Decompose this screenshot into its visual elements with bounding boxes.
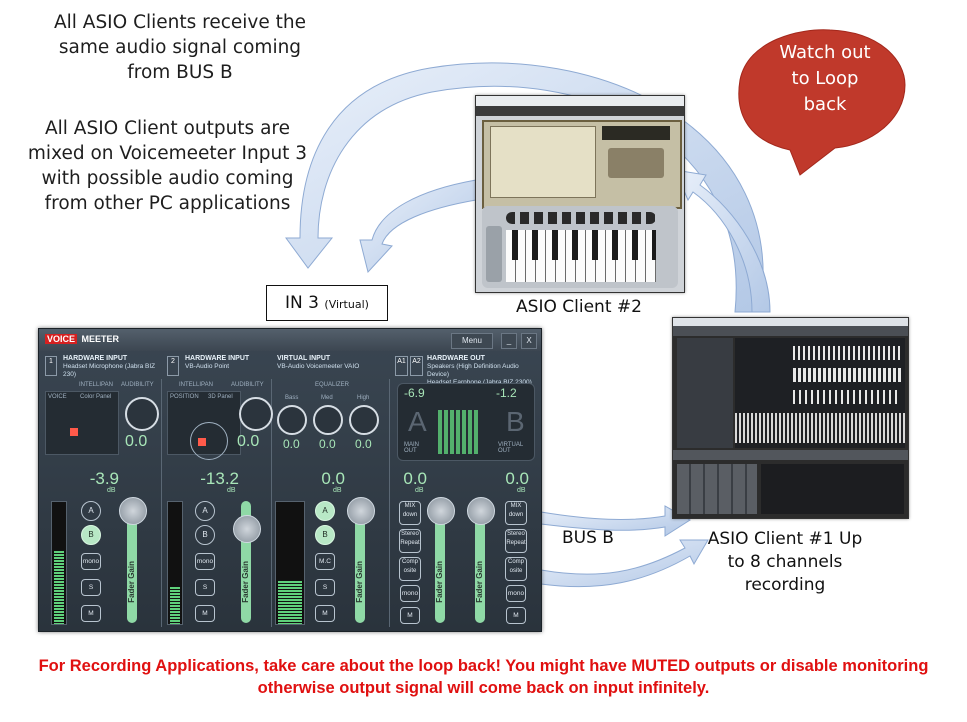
out-a-mix-button[interactable]: MIX down	[399, 501, 421, 525]
eq-high-value: 0.0	[355, 437, 372, 451]
audibility-label: AUDIBILITY	[231, 382, 264, 388]
out-a-mono-button[interactable]: mono	[400, 585, 420, 602]
strip1-mono-button[interactable]: mono	[81, 553, 101, 570]
strip3-solo-button[interactable]: S	[315, 579, 335, 596]
arrow-inner	[359, 179, 477, 274]
strip2-solo-button[interactable]: S	[195, 579, 215, 596]
strip3-mute-button[interactable]: M	[315, 605, 335, 622]
client1-label: ASIO Client #1 Up to 8 channels recordin…	[707, 529, 863, 595]
output-level-display: -6.9 -1.2 A B MAIN OUT VIRTUAL OUT	[397, 383, 535, 461]
strip2-header: HARDWARE INPUT VB-Audio Point	[185, 355, 250, 370]
strip3-b-button[interactable]: B	[315, 525, 335, 545]
out-b-fader-knob[interactable]	[467, 497, 495, 525]
client2-label: ASIO Client #2	[516, 297, 642, 317]
vm-minimize-button[interactable]: _	[501, 333, 517, 349]
strip1-number[interactable]: 1	[45, 356, 57, 376]
eq-bass-value: 0.0	[283, 437, 300, 451]
strip1-fader-knob[interactable]	[119, 497, 147, 525]
out-b-mix-button[interactable]: MIX down	[505, 501, 527, 525]
asio-client-2-screenshot	[475, 95, 685, 293]
bubble-text: Watch out to Loop back	[779, 42, 871, 115]
eq-bass-knob[interactable]	[277, 405, 307, 435]
strip1-gain: -3.9	[89, 469, 119, 488]
strip2-meter	[167, 501, 183, 625]
intellipan-label: INTELLIPAN	[179, 382, 213, 388]
equalizer-label: EQUALIZER	[315, 382, 350, 388]
vm-menu-button[interactable]: Menu	[451, 333, 493, 349]
out-b-mono-button[interactable]: mono	[506, 585, 526, 602]
db-label: dB	[227, 487, 236, 494]
in3-sub: (Virtual)	[324, 298, 369, 311]
db-label: dB	[107, 487, 116, 494]
a2-tag[interactable]: A2	[410, 356, 423, 376]
position-pan-panel[interactable]: POSITION 3D Panel	[167, 391, 241, 460]
strip2-b-button[interactable]: B	[195, 525, 215, 545]
strip3-fader-knob[interactable]	[347, 497, 375, 525]
strip3-meter	[275, 501, 305, 625]
vm-logo: VOICE MEETER	[45, 334, 120, 344]
strip3-gain: 0.0	[321, 469, 345, 488]
asio-client-1-screenshot	[672, 317, 909, 519]
strip1-b-button[interactable]: B	[81, 525, 101, 545]
a1-tag[interactable]: A1	[395, 356, 408, 376]
out-b-mute-button[interactable]: M	[506, 607, 526, 624]
audibility-knob[interactable]	[239, 397, 273, 431]
in3-box: IN 3 (Virtual)	[266, 285, 388, 321]
eq-high-knob[interactable]	[349, 405, 379, 435]
in3-main: IN 3	[285, 293, 319, 313]
db-label: dB	[415, 487, 424, 494]
separator	[161, 379, 162, 627]
strip3-mc-button[interactable]: M.C	[315, 553, 335, 570]
strip2-fader-knob[interactable]	[233, 515, 261, 543]
eq-med-knob[interactable]	[313, 405, 343, 435]
out-a-stereo-button[interactable]: Stereo Repeat	[399, 529, 421, 553]
strip2-mute-button[interactable]: M	[195, 605, 215, 622]
loopback-warning: For Recording Applications, take care ab…	[38, 657, 929, 697]
intellipan-label: INTELLIPAN	[79, 382, 113, 388]
strip3-header: VIRTUAL INPUT VB-Audio Voicemeeter VAIO	[277, 355, 360, 370]
bus-b-label: BUS B	[562, 528, 614, 548]
strip1-a-button[interactable]: A	[81, 501, 101, 521]
eq-med-label: Med	[321, 395, 333, 401]
strip1-mute-button[interactable]: M	[81, 605, 101, 622]
voice-pan-panel[interactable]: VOICE Color Panel	[45, 391, 119, 455]
strip1-header: HARDWARE INPUT Headset Microphone (Jabra …	[63, 355, 156, 378]
audibility-label: AUDIBILITY	[121, 382, 154, 388]
eq-bass-label: Bass	[285, 395, 299, 401]
voicemeeter-panel: VOICE MEETER Menu _ X 1 HARDWARE INPUT He…	[38, 328, 542, 632]
db-label: dB	[517, 487, 526, 494]
strip1-solo-button[interactable]: S	[81, 579, 101, 596]
vm-close-button[interactable]: X	[521, 333, 537, 349]
db-label: dB	[333, 487, 342, 494]
out-a-composite-button[interactable]: Comp osite	[399, 557, 421, 581]
separator	[389, 379, 390, 627]
out-a-mute-button[interactable]: M	[400, 607, 420, 624]
eq-med-value: 0.0	[319, 437, 336, 451]
out-b-gain: 0.0	[505, 469, 529, 488]
out-b-composite-button[interactable]: Comp osite	[505, 557, 527, 581]
strip1-meter	[51, 501, 67, 625]
strip2-number[interactable]: 2	[167, 356, 179, 376]
audibility-knob[interactable]	[125, 397, 159, 431]
eq-high-label: High	[357, 395, 370, 401]
strip1-audibility-value: 0.0	[125, 433, 148, 450]
strip3-a-button[interactable]: A	[315, 501, 335, 521]
strip2-mono-button[interactable]: mono	[195, 553, 215, 570]
out-a-gain: 0.0	[403, 469, 427, 488]
note-middle: All ASIO Client outputs are mixed on Voi…	[27, 118, 308, 214]
note-top: All ASIO Clients receive the same audio …	[53, 12, 307, 83]
strip2-audibility-value: 0.0	[237, 433, 260, 450]
strip2-a-button[interactable]: A	[195, 501, 215, 521]
out-a-fader-knob[interactable]	[427, 497, 455, 525]
strip2-gain: -13.2	[200, 469, 239, 488]
hw-out-header: HARDWARE OUT Speakers (High Definition Au…	[427, 355, 532, 386]
out-b-stereo-button[interactable]: Stereo Repeat	[505, 529, 527, 553]
